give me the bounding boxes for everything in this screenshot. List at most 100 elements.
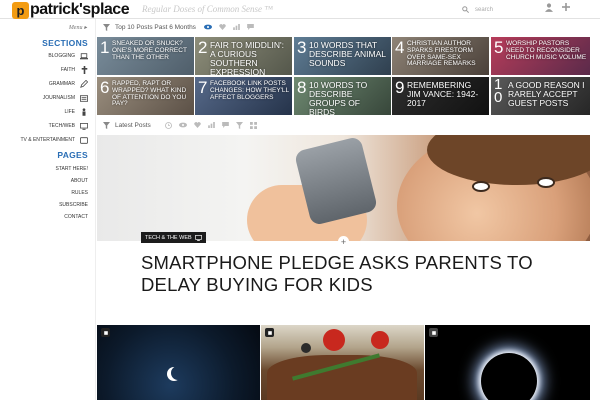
sidebar-item-tv-entertainment[interactable]: TV & ENTERTAINMENT — [20, 136, 88, 144]
top-post-tile[interactable]: 8 10 WORDS TO DESCRIBE GROUPS OF BIRDS — [294, 77, 391, 115]
post-title: SNEAKED OR SNUCK? ONE'S MORE CORRECT THA… — [112, 40, 187, 61]
top-post-tile[interactable]: 2 FAIR TO MIDDLIN': A CURIOUS SOUTHERN E… — [195, 37, 292, 75]
post-rank: 2 — [198, 38, 208, 57]
top-post-tile[interactable]: 1 SNEAKED OR SNUCK? ONE'S MORE CORRECT T… — [97, 37, 194, 75]
hero-eye — [472, 181, 490, 192]
filter-icon[interactable] — [103, 23, 110, 31]
sidebar-item-label: BLOGGING — [48, 53, 75, 59]
post-rank: 3 — [297, 38, 307, 57]
latest-posts-label: Latest Posts — [115, 121, 151, 129]
top-bar: p patrick'splace Regular Doses of Common… — [0, 0, 600, 19]
top-post-tile[interactable]: 5 WORSHIP PASTORS NEED TO RECONSIDER CHU… — [491, 37, 590, 75]
tv-icon — [80, 136, 88, 144]
filter-icon[interactable] — [235, 121, 243, 129]
sidebar-item-label: TECH/WEB — [48, 123, 75, 129]
top-post-tile[interactable]: 6 RAPPED, RAPT OR WRAPPED? WHAT KIND OF … — [97, 77, 194, 115]
plus-icon[interactable] — [562, 3, 570, 11]
post-title: 10 WORDS THAT DESCRIBE ANIMAL SOUNDS — [309, 40, 386, 68]
eye-icon[interactable] — [178, 122, 187, 128]
post-title: WORSHIP PASTORS NEED TO RECONSIDER CHURC… — [506, 40, 587, 61]
eye-icon[interactable] — [203, 24, 212, 30]
top-posts-label: Top 10 Posts Past 6 Months — [115, 23, 196, 31]
post-title: RAPPED, RAPT OR WRAPPED? WHAT KIND OF AT… — [112, 80, 187, 108]
top-post-tile[interactable]: 4 CHRISTIAN AUTHOR SPARKS FIRESTORM OVER… — [392, 37, 489, 75]
person-icon — [80, 108, 88, 116]
sidebar-item-life[interactable]: LIFE — [64, 108, 88, 116]
post-rank: 9 — [395, 78, 405, 97]
post-rank: 5 — [494, 38, 504, 57]
post-title: REMEMBERING JIM VANCE: 1942-2017 — [407, 80, 479, 108]
latest-posts-bar: Latest Posts — [103, 118, 257, 132]
site-tagline: Regular Doses of Common Sense ™ — [142, 4, 274, 14]
post-rank: 1 — [100, 38, 110, 57]
heart-icon[interactable] — [219, 24, 226, 30]
sidebar-item-grammar[interactable]: GRAMMAR — [49, 80, 88, 88]
category-badge[interactable]: TECH & THE WEB — [141, 232, 206, 243]
top-post-tile[interactable]: 9 REMEMBERING JIM VANCE: 1942-2017 — [392, 77, 489, 115]
post-rank: 4 — [395, 38, 405, 57]
post-rank: 6 — [100, 78, 110, 97]
grid-icon[interactable] — [249, 121, 257, 129]
steak-shape — [267, 355, 417, 400]
post-rank: 8 — [297, 78, 307, 97]
top-post-tile[interactable]: 10 A GOOD REASON I RARELY ACCEPT GUEST P… — [491, 77, 590, 115]
top-post-tile[interactable]: 3 10 WORDS THAT DESCRIBE ANIMAL SOUNDS — [294, 37, 391, 75]
sidebar-item-faith[interactable]: FAITH — [61, 66, 88, 74]
logo-badge: p — [12, 1, 29, 19]
post-title: 10 WORDS TO DESCRIBE GROUPS OF BIRDS — [309, 80, 368, 115]
monitor-icon — [194, 234, 202, 241]
expand-button[interactable]: + — [338, 236, 349, 247]
page-link-rules[interactable]: RULES — [71, 190, 88, 196]
post-rank: 10 — [494, 77, 503, 106]
search-box[interactable]: search — [462, 3, 538, 16]
user-icon[interactable] — [545, 3, 553, 12]
category-label: TECH & THE WEB — [145, 234, 192, 241]
cross-icon — [80, 66, 88, 74]
logo-text: patrick'splace — [30, 1, 130, 18]
post-thumbnail[interactable] — [425, 325, 590, 400]
olive-shape — [301, 343, 311, 353]
page-link-subscribe[interactable]: SUBSCRIBE — [59, 202, 88, 208]
category-icon — [101, 328, 110, 337]
page-link-contact[interactable]: CONTACT — [64, 214, 88, 220]
menu-toggle[interactable]: Menu ▸ — [69, 24, 87, 31]
newspaper-icon — [80, 94, 88, 102]
laptop-icon — [80, 52, 88, 60]
top-post-tile[interactable]: 7 FACEBOOK LINK POSTS CHANGES: HOW THEY'… — [195, 77, 292, 115]
heart-icon[interactable] — [194, 122, 201, 128]
comment-icon[interactable] — [221, 122, 229, 128]
category-icon — [265, 328, 274, 337]
sidebar-item-tech-web[interactable]: TECH/WEB — [49, 122, 88, 130]
featured-headline[interactable]: SMARTPHONE PLEDGE ASKS PARENTS TO DELAY … — [141, 252, 551, 296]
search-input[interactable]: search — [475, 7, 493, 13]
tomato-shape — [371, 331, 389, 349]
post-title: FAIR TO MIDDLIN': A CURIOUS SOUTHERN EXP… — [210, 40, 285, 75]
post-thumbnail[interactable] — [97, 325, 260, 400]
sidebar-item-label: LIFE — [64, 109, 75, 115]
clock-icon[interactable] — [164, 121, 172, 129]
post-title: FACEBOOK LINK POSTS CHANGES: HOW THEY'LL… — [210, 80, 289, 101]
bar-chart-icon[interactable] — [207, 122, 215, 128]
sidebar-item-blogging[interactable]: BLOGGING — [48, 52, 88, 60]
sections-title: SECTIONS — [42, 38, 88, 48]
pencil-icon — [80, 80, 88, 88]
sidebar-item-journalism[interactable]: JOURNALISM — [43, 94, 88, 102]
comment-icon[interactable] — [247, 24, 254, 30]
post-title: A GOOD REASON I RARELY ACCEPT GUEST POST… — [508, 80, 585, 108]
tomato-shape — [323, 329, 345, 351]
sidebar-item-label: FAITH — [60, 67, 75, 73]
site-logo[interactable]: p patrick'splace — [12, 1, 130, 19]
sidebar-item-label: GRAMMAR — [48, 81, 75, 87]
eclipse-shape — [481, 353, 537, 400]
page-link-start-here[interactable]: START HERE! — [55, 166, 88, 172]
monitor-icon — [80, 122, 88, 130]
post-thumbnail[interactable] — [261, 325, 424, 400]
filter-icon[interactable] — [103, 121, 110, 129]
bar-chart-icon[interactable] — [233, 24, 240, 30]
moon-shape — [167, 367, 181, 381]
page-link-about[interactable]: ABOUT — [71, 178, 88, 184]
search-icon — [462, 6, 469, 13]
category-icon — [429, 328, 438, 337]
featured-image[interactable] — [97, 135, 590, 241]
top-posts-bar: Top 10 Posts Past 6 Months — [103, 20, 254, 34]
